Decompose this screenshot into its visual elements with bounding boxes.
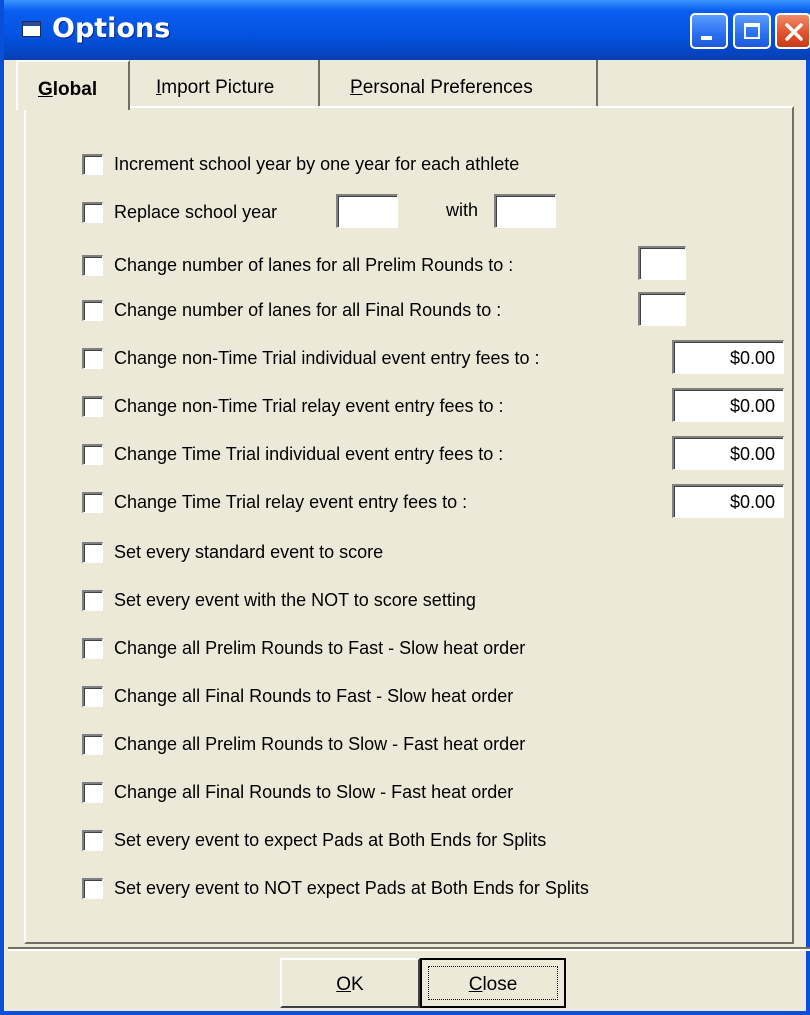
- option-label: Change Time Trial individual event entry…: [114, 444, 504, 464]
- fee-individual-field[interactable]: $0.00: [672, 340, 784, 374]
- options-window: Options Global Import Picture Personal P…: [0, 0, 810, 1015]
- prelim-lanes-field[interactable]: [638, 246, 686, 280]
- fee-relay-field[interactable]: $0.00: [672, 388, 784, 422]
- option-label: Change all Final Rounds to Slow - Fast h…: [114, 782, 514, 802]
- tab-import-picture[interactable]: Import Picture: [132, 60, 320, 108]
- checkbox[interactable]: [82, 878, 103, 899]
- option-label: Change all Prelim Rounds to Fast - Slow …: [114, 638, 526, 658]
- checkbox[interactable]: [82, 444, 103, 465]
- tab-global[interactable]: Global: [16, 60, 130, 110]
- checkbox[interactable]: [82, 492, 103, 513]
- option-label: Change non-Time Trial individual event e…: [114, 348, 540, 368]
- option-label: Set every event to expect Pads at Both E…: [114, 830, 547, 850]
- option-label: Change number of lanes for all Prelim Ro…: [114, 255, 514, 275]
- option-label: Set every event with the NOT to score se…: [114, 590, 476, 610]
- option-label: Increment school year by one year for ea…: [114, 154, 520, 174]
- checkbox[interactable]: [82, 686, 103, 707]
- window-title: Options: [52, 13, 171, 44]
- option-label: Change number of lanes for all Final Rou…: [114, 300, 502, 320]
- close-button[interactable]: Close: [420, 958, 566, 1008]
- checkbox[interactable]: [82, 255, 103, 276]
- checkbox[interactable]: [82, 590, 103, 611]
- tab-strip: Global Import Picture Personal Preferenc…: [8, 60, 810, 110]
- option-label: Replace school year: [114, 202, 278, 222]
- checkbox[interactable]: [82, 202, 103, 223]
- ok-button[interactable]: OK: [280, 958, 420, 1008]
- option-label: Change non-Time Trial relay event entry …: [114, 396, 504, 416]
- maximize-button[interactable]: [733, 13, 771, 49]
- checkbox[interactable]: [82, 154, 103, 175]
- tab-personal-preferences[interactable]: Personal Preferences: [322, 60, 598, 108]
- close-window-button[interactable]: [775, 13, 810, 49]
- checkbox[interactable]: [82, 542, 103, 563]
- checkbox[interactable]: [82, 830, 103, 851]
- close-icon: [785, 23, 803, 41]
- final-lanes-field[interactable]: [638, 292, 686, 326]
- tt-relay-field[interactable]: $0.00: [672, 484, 784, 518]
- global-panel: Increment school year by one year for ea…: [24, 106, 794, 944]
- option-label: Set every standard event to score: [114, 542, 384, 562]
- option-label: Change all Final Rounds to Fast - Slow h…: [114, 686, 514, 706]
- option-label: Change all Prelim Rounds to Slow - Fast …: [114, 734, 526, 754]
- minimize-button[interactable]: [690, 13, 728, 49]
- button-bar-divider: [8, 947, 810, 951]
- checkbox[interactable]: [82, 734, 103, 755]
- checkbox[interactable]: [82, 396, 103, 417]
- checkbox[interactable]: [82, 348, 103, 369]
- option-label: Change Time Trial relay event entry fees…: [114, 492, 468, 512]
- checkbox[interactable]: [82, 300, 103, 321]
- option-label: Set every event to NOT expect Pads at Bo…: [114, 878, 589, 898]
- title-bar[interactable]: Options: [4, 0, 810, 60]
- checkbox[interactable]: [82, 638, 103, 659]
- window-icon: [22, 21, 41, 37]
- replace-from-field[interactable]: [336, 194, 398, 228]
- with-label: with: [446, 200, 479, 220]
- replace-to-field[interactable]: [494, 194, 556, 228]
- tt-individual-field[interactable]: $0.00: [672, 436, 784, 470]
- checkbox[interactable]: [82, 782, 103, 803]
